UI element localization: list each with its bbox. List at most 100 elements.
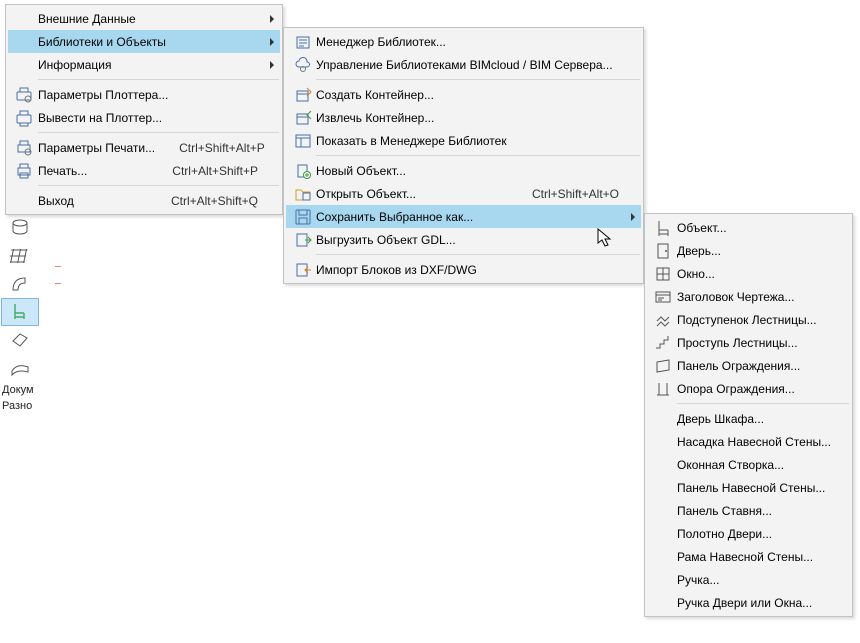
rail-btn-5[interactable] — [1, 326, 39, 354]
menu-item-label: Проступь Лестницы... — [677, 336, 828, 350]
menu-item-label: Сохранить Выбранное как... — [316, 210, 619, 224]
new-object-icon — [290, 160, 316, 182]
blank-icon — [649, 592, 677, 614]
libraries-submenu-item-0[interactable]: Менеджер Библиотек... — [286, 30, 641, 53]
file-menu-separator — [38, 79, 279, 80]
library-manager-icon — [290, 31, 316, 53]
file-menu-item-8[interactable]: Печать...Ctrl+Alt+Shift+P — [8, 159, 280, 182]
libraries-submenu-item-3[interactable]: Создать Контейнер... — [286, 83, 641, 106]
libraries-submenu-item-1[interactable]: Управление Библиотеками BIMcloud / BIM С… — [286, 53, 641, 76]
menu-item-label: Оконная Створка... — [677, 458, 828, 472]
libraries-submenu-item-12[interactable]: Импорт Блоков из DXF/DWG — [286, 258, 641, 281]
save-as-submenu-item-4[interactable]: Подступенок Лестницы... — [647, 308, 850, 331]
libraries-submenu-item-8[interactable]: Открыть Объект... Ctrl+Shift+Alt+O — [286, 182, 641, 205]
menu-item-label: Насадка Навесной Стены... — [677, 435, 831, 449]
file-menu-item-10[interactable]: Выход Ctrl+Alt+Shift+Q — [8, 189, 280, 212]
save-as-submenu-item-0[interactable]: Объект... — [647, 216, 850, 239]
menu-item-label: Менеджер Библиотек... — [316, 35, 619, 49]
libraries-submenu-item-4[interactable]: Извлечь Контейнер... — [286, 106, 641, 129]
save-as-submenu-item-11[interactable]: Оконная Створка... — [647, 453, 850, 476]
file-menu-item-5[interactable]: Вывести на Плоттер... — [8, 106, 280, 129]
save-as-submenu-item-5[interactable]: Проступь Лестницы... — [647, 331, 850, 354]
blank-icon — [649, 431, 677, 453]
menu-item-label: Импорт Блоков из DXF/DWG — [316, 263, 619, 277]
submenu-arrow-icon — [270, 61, 274, 69]
rail-btn-1[interactable] — [1, 214, 39, 242]
save-as-submenu-item-10[interactable]: Насадка Навесной Стены... — [647, 430, 850, 453]
menu-item-label: Новый Объект... — [316, 164, 619, 178]
menu-item-label: Заголовок Чертежа... — [677, 290, 828, 304]
file-menu: Внешние Данные Библиотеки и Объекты Информ… — [5, 4, 283, 215]
libraries-submenu-item-9[interactable]: Сохранить Выбранное как... — [286, 205, 641, 228]
file-menu-separator — [38, 132, 279, 133]
save-as-submenu-item-17[interactable]: Ручка Двери или Окна... — [647, 591, 850, 614]
save-as-submenu-item-6[interactable]: Панель Ограждения... — [647, 354, 850, 377]
libraries-submenu-item-7[interactable]: Новый Объект... — [286, 159, 641, 182]
save-as-submenu-item-1[interactable]: Дверь... — [647, 239, 850, 262]
rail-btn-2[interactable] — [1, 242, 39, 270]
save-as-submenu-item-7[interactable]: Опора Ограждения... — [647, 377, 850, 400]
submenu-arrow-icon — [270, 15, 274, 23]
rail-btn-3[interactable] — [1, 270, 39, 298]
save-as-submenu-item-16[interactable]: Ручка... — [647, 568, 850, 591]
libraries-submenu-item-10[interactable]: Выгрузить Объект GDL... — [286, 228, 641, 251]
file-menu-separator — [38, 185, 279, 186]
menu-item-label: Окно... — [677, 267, 828, 281]
libraries-submenu-separator — [316, 79, 640, 80]
menu-item-shortcut: Ctrl+Shift+Alt+P — [179, 141, 265, 155]
menu-item-label: Извлечь Контейнер... — [316, 111, 619, 125]
blank-icon — [649, 546, 677, 568]
railing-post-icon — [649, 378, 677, 400]
cylinder-icon — [10, 219, 30, 237]
show-in-manager-icon — [290, 130, 316, 152]
file-menu-item-2[interactable]: Информация — [8, 53, 280, 76]
window-icon — [649, 263, 677, 285]
save-as-submenu-item-9[interactable]: Дверь Шкафа... — [647, 407, 850, 430]
menu-item-label: Дверь Шкафа... — [677, 412, 828, 426]
plotter-icon — [10, 107, 38, 129]
blank-icon — [10, 54, 38, 76]
menu-item-label: Выход — [38, 194, 147, 208]
save-as-icon — [290, 206, 316, 228]
rail-label-2[interactable]: Разно — [0, 398, 40, 414]
file-menu-item-1[interactable]: Библиотеки и Объекты — [8, 30, 280, 53]
menu-item-label: Библиотеки и Объекты — [38, 35, 258, 49]
save-as-submenu-item-3[interactable]: Заголовок Чертежа... — [647, 285, 850, 308]
extract-container-icon — [290, 107, 316, 129]
file-menu-item-7[interactable]: Параметры Печати...Ctrl+Shift+Alt+P — [8, 136, 280, 159]
object-icon — [649, 217, 677, 239]
stair-riser-icon — [649, 309, 677, 331]
blank-icon — [649, 477, 677, 499]
drawing-title-icon — [649, 286, 677, 308]
save-as-submenu-item-14[interactable]: Полотно Двери... — [647, 522, 850, 545]
menu-item-label: Выгрузить Объект GDL... — [316, 233, 619, 247]
libraries-submenu-item-5[interactable]: Показать в Менеджере Библиотек — [286, 129, 641, 152]
menu-item-label: Подступенок Лестницы... — [677, 313, 828, 327]
left-toolbar: Докум Разно — [0, 214, 40, 414]
bimcloud-icon — [290, 54, 316, 76]
save-as-submenu-item-13[interactable]: Панель Ставня... — [647, 499, 850, 522]
menu-item-label: Открыть Объект... — [316, 187, 508, 201]
menu-item-shortcut: Ctrl+Alt+Shift+Q — [171, 194, 258, 208]
chair-icon — [10, 302, 30, 322]
rail-btn-6[interactable] — [1, 354, 39, 382]
libraries-submenu: Менеджер Библиотек... Управление Библиоте… — [283, 27, 644, 284]
save-as-submenu-separator — [677, 403, 849, 404]
save-as-submenu-item-15[interactable]: Рама Навесной Стены... — [647, 545, 850, 568]
save-as-submenu-item-12[interactable]: Панель Навесной Стены... — [647, 476, 850, 499]
submenu-arrow-icon — [631, 213, 635, 221]
menu-item-label: Параметры Плоттера... — [38, 88, 258, 102]
menu-item-label: Объект... — [677, 221, 828, 235]
save-as-submenu-item-2[interactable]: Окно... — [647, 262, 850, 285]
blank-icon — [10, 190, 38, 212]
rail-btn-4[interactable] — [1, 298, 39, 326]
menu-item-label: Рама Навесной Стены... — [677, 550, 828, 564]
file-menu-item-0[interactable]: Внешние Данные — [8, 7, 280, 30]
rail-label-1[interactable]: Докум — [0, 382, 40, 398]
file-menu-item-4[interactable]: Параметры Плоттера... — [8, 83, 280, 106]
blank-icon — [649, 523, 677, 545]
export-gdl-icon — [290, 229, 316, 251]
menu-item-shortcut: Ctrl+Shift+Alt+O — [532, 187, 619, 201]
menu-item-label: Вывести на Плоттер... — [38, 111, 258, 125]
zone-icon — [10, 331, 30, 349]
